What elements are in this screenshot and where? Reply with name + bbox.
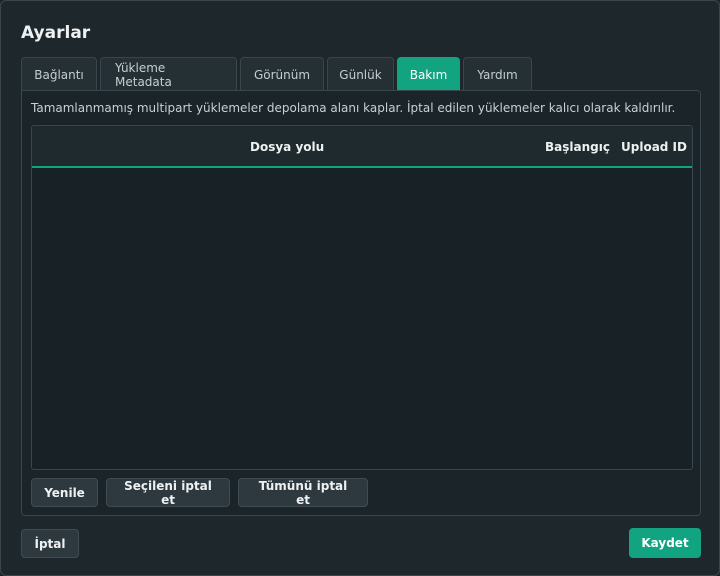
column-header-path[interactable]: Dosya yolu (250, 140, 324, 154)
tab-bakim[interactable]: Bakım (397, 57, 460, 91)
table-body[interactable] (32, 170, 692, 469)
maintenance-panel: Tamamlanmamış multipart yüklemeler depol… (21, 90, 701, 516)
tab-yardim[interactable]: Yardım (463, 57, 532, 91)
info-text: Tamamlanmamış multipart yüklemeler depol… (31, 101, 676, 115)
tab-yukleme-metadata[interactable]: Yükleme Metadata (100, 57, 237, 91)
tab-baglanti[interactable]: Bağlantı (21, 57, 97, 91)
tab-gunluk[interactable]: Günlük (327, 57, 394, 91)
cancel-button[interactable]: İptal (21, 529, 79, 558)
save-button[interactable]: Kaydet (629, 528, 701, 558)
column-header-start[interactable]: Başlangıç (545, 140, 610, 154)
refresh-button[interactable]: Yenile (31, 478, 98, 507)
window-title: Ayarlar (21, 23, 91, 43)
column-header-upload-id[interactable]: Upload ID (621, 140, 687, 154)
settings-window: Ayarlar Bağlantı Yükleme Metadata Görünü… (0, 0, 720, 576)
table-header: Dosya yolu Başlangıç Upload ID (32, 126, 692, 168)
tab-gorunum[interactable]: Görünüm (240, 57, 324, 91)
cancel-selected-button[interactable]: Seçileni iptal et (106, 478, 230, 507)
uploads-table: Dosya yolu Başlangıç Upload ID (31, 125, 693, 470)
cancel-all-button[interactable]: Tümünü iptal et (238, 478, 368, 507)
tab-bar: Bağlantı Yükleme Metadata Görünüm Günlük… (21, 57, 535, 91)
